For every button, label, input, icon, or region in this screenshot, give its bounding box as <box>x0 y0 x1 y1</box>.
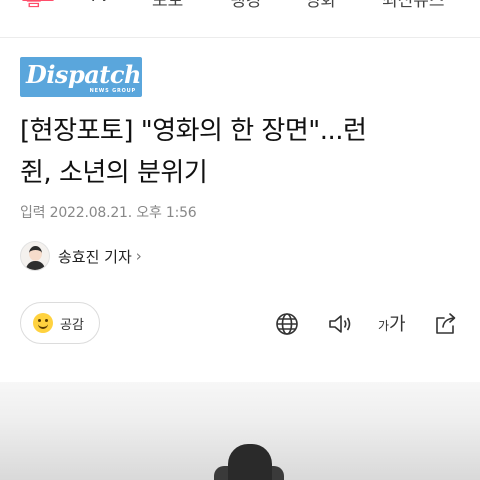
tab-photo[interactable]: 포토 <box>152 0 183 11</box>
speaker-icon[interactable] <box>327 311 353 337</box>
article-photo <box>0 382 480 480</box>
tab-home[interactable]: 홈 <box>26 0 42 11</box>
tab-latest-news[interactable]: 최신뉴스 <box>382 0 445 11</box>
article-date: 입력 2022.08.21. 오후 1:56 <box>20 205 197 221</box>
share-icon[interactable] <box>433 311 459 337</box>
tab-movie[interactable]: 영화 <box>305 0 336 11</box>
reporter-avatar <box>20 241 50 271</box>
empathy-button[interactable]: 공감 <box>20 302 100 344</box>
reporter-link[interactable]: 송효진 기자 › <box>20 240 142 272</box>
article-headline: [현장포토] "영화의 한 장면"...런 쥔, 소년의 분위기 <box>20 110 460 194</box>
font-size-large-glyph: 가 <box>389 314 406 335</box>
tab-tv[interactable]: TV <box>88 0 110 6</box>
press-logo-subtitle: NEWS GROUP <box>89 88 136 94</box>
headline-line-1: [현장포토] "영화의 한 장면"...런 <box>20 116 367 146</box>
empathy-label: 공감 <box>60 317 84 333</box>
nav-divider <box>0 37 480 38</box>
top-nav: 홈 TV 포토 랭킹 영화 최신뉴스 <box>0 0 480 11</box>
headline-line-2: 쥔, 소년의 분위기 <box>20 158 208 188</box>
active-tab-indicator <box>22 0 54 1</box>
tab-ranking[interactable]: 랭킹 <box>230 0 261 11</box>
reporter-name: 송효진 기자 <box>58 247 132 266</box>
press-logo-wordmark: Dispatch <box>26 60 141 89</box>
smiley-icon <box>33 313 53 333</box>
press-logo[interactable]: Dispatch NEWS GROUP <box>20 57 142 97</box>
chevron-right-icon: › <box>135 247 142 265</box>
font-size-icon[interactable]: 가가 <box>378 310 406 338</box>
globe-icon[interactable] <box>274 311 300 337</box>
font-size-small-glyph: 가 <box>378 319 390 333</box>
